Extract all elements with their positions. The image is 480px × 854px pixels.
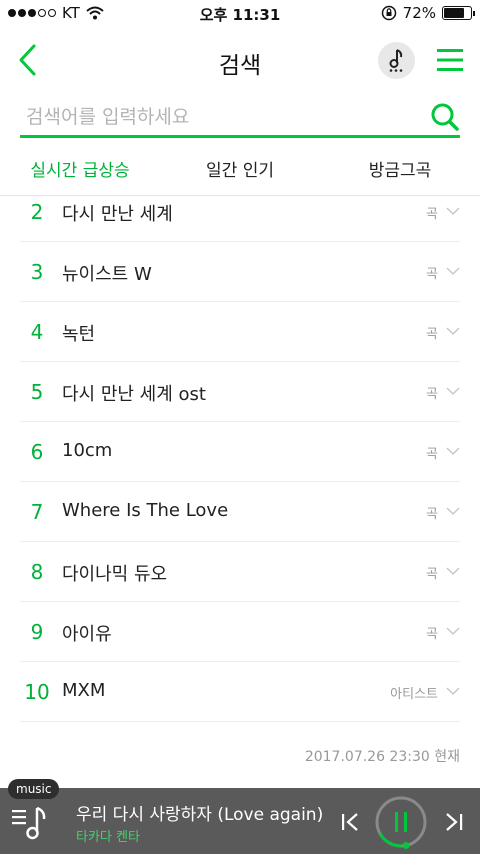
search-icon[interactable] [430, 102, 460, 132]
keyword: Where Is The Love [62, 500, 229, 521]
previous-track-icon[interactable] [338, 810, 362, 834]
chevron-down-icon [446, 207, 460, 216]
rank-number: 5 [30, 380, 44, 404]
keyword: MXM [62, 680, 106, 701]
list-item[interactable]: 4 녹턴 곡 [20, 302, 460, 362]
rank-number: 6 [30, 440, 44, 464]
type-label: 곡 [426, 507, 438, 522]
next-track-icon[interactable] [442, 810, 466, 834]
update-timestamp: 2017.07.26 23:30 현재 [304, 749, 460, 765]
search-input[interactable] [26, 102, 416, 132]
list-item[interactable]: 3 뉴이스트 W 곡 [20, 242, 460, 302]
tab-daily-popular[interactable]: 일간 인기 [160, 150, 320, 195]
rank-number: 10 [24, 680, 50, 704]
rank-number: 4 [30, 320, 44, 344]
keyword: 다이나믹 듀오 [62, 564, 168, 585]
list-item[interactable]: 10 MXM 아티스트 [20, 662, 460, 722]
tab-just-played[interactable]: 방금그곡 [320, 150, 480, 195]
keyword: 아이유 [62, 624, 112, 645]
chevron-down-icon [446, 567, 460, 576]
keyword: 다시 만난 세계 [62, 204, 173, 225]
rotation-lock-icon [381, 5, 396, 21]
rank-number: 7 [30, 500, 44, 524]
type-label: 곡 [426, 207, 438, 222]
type-label: 곡 [426, 567, 438, 582]
playlist-icon[interactable] [12, 802, 52, 842]
keyword: 뉴이스트 W [62, 264, 152, 285]
keyword: 녹턴 [62, 324, 96, 345]
status-bar: KT 오후 11:31 72% [0, 0, 480, 26]
battery-icon [442, 6, 475, 20]
chevron-down-icon [446, 507, 460, 516]
chevron-down-icon [446, 267, 460, 276]
list-item[interactable]: 7 Where Is The Love 곡 [20, 482, 460, 542]
battery-percent: 72% [402, 4, 436, 22]
chevron-down-icon [446, 447, 460, 456]
battery-info: 72% [381, 4, 475, 22]
chevron-down-icon [446, 627, 460, 636]
list-item[interactable]: 6 10cm 곡 [20, 422, 460, 482]
music-note-icon [389, 49, 403, 72]
music-badge: music [8, 779, 60, 799]
type-label: 곡 [426, 267, 438, 282]
list-item[interactable]: 2 다시 만난 세계 곡 [20, 196, 460, 242]
hamburger-menu-icon[interactable] [436, 46, 464, 74]
search-bar [20, 96, 460, 138]
type-label: 곡 [426, 447, 438, 462]
music-note-button[interactable] [378, 42, 415, 79]
chevron-down-icon [446, 327, 460, 336]
keyword: 다시 만난 세계 ost [62, 384, 206, 405]
list-item[interactable]: 9 아이유 곡 [20, 602, 460, 662]
mini-player[interactable]: music 우리 다시 사랑하자 (Love again) 타카다 켄타 [0, 779, 480, 854]
list-item[interactable]: 8 다이나믹 듀오 곡 [20, 542, 460, 602]
chevron-down-icon [446, 387, 460, 396]
chevron-down-icon [446, 687, 460, 696]
keyword: 10cm [62, 440, 113, 461]
type-label: 곡 [426, 327, 438, 342]
rank-number: 9 [30, 620, 44, 644]
rank-number: 2 [30, 200, 44, 224]
pause-button[interactable] [374, 795, 428, 849]
ranking-list: 2 다시 만난 세계 곡 3 뉴이스트 W 곡 4 녹턴 곡 5 다시 만난 세… [20, 196, 460, 722]
now-playing-title: 우리 다시 사랑하자 (Love again) [76, 805, 324, 825]
type-label: 아티스트 [390, 687, 438, 702]
type-label: 곡 [426, 627, 438, 642]
tab-realtime[interactable]: 실시간 급상승 [0, 150, 160, 195]
header: 검색 [0, 26, 480, 94]
now-playing-artist: 타카다 켄타 [76, 830, 140, 845]
type-label: 곡 [426, 387, 438, 402]
rank-number: 8 [30, 560, 44, 584]
chart-tabs: 실시간 급상승 일간 인기 방금그곡 [0, 150, 480, 196]
rank-number: 3 [30, 260, 44, 284]
list-item[interactable]: 5 다시 만난 세계 ost 곡 [20, 362, 460, 422]
